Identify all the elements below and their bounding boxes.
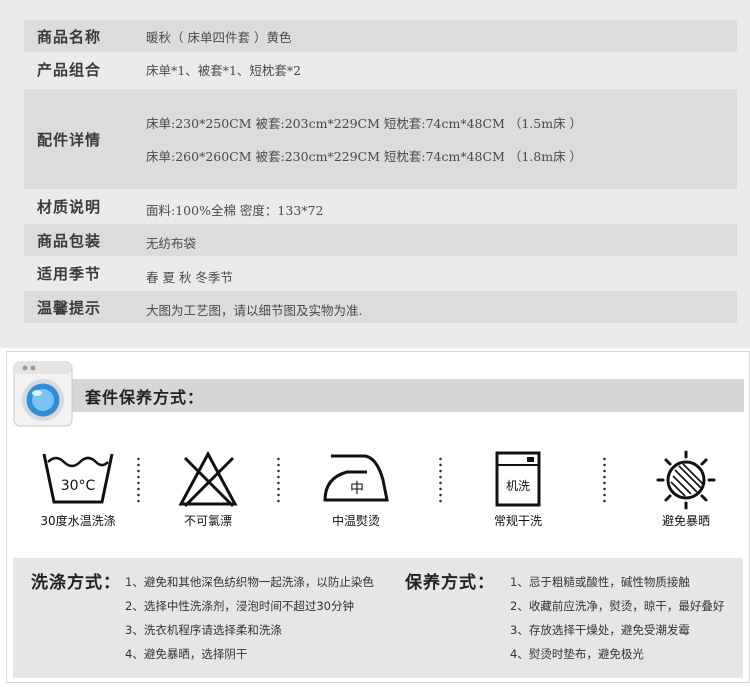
iron-temp-text: 中 [350,481,364,497]
wash-method-item: 1、避免和其他深色纺织物一起洗涤，以防止染色 [125,575,374,589]
spec-value: 无纺布袋 [146,235,197,251]
spec-value-secondary: 床单:260*260CM 被套:230cm*229CM 短枕套:74cm*48C… [146,149,583,164]
iron-medium-icon: 中 [323,454,389,502]
divider [603,456,606,504]
divider [137,456,140,504]
spec-row-name: 商品名称 暖秋（ 床单四件套 ）黄色 [24,20,737,52]
spec-label: 商品名称 [37,27,102,46]
spec-label: 材质说明 [37,197,102,216]
spec-table: 商品名称 暖秋（ 床单四件套 ）黄色 产品组合 床单*1、被套*1、短枕套*2 … [0,0,750,348]
spec-value: 床单*1、被套*1、短枕套*2 [146,62,302,78]
maintain-method-item: 2、收藏前应洗净，熨烫，晾干，最好叠好 [510,599,725,613]
spec-value: 床单:230*250CM 被套:203cm*229CM 短枕套:74cm*48C… [146,116,583,131]
care-symbol-iron: 中 中温熨烫 [301,450,411,532]
care-symbol-sun: 避免暴晒 [631,450,741,532]
spec-row-season: 适用季节 春 夏 秋 冬季节 [24,258,737,288]
symbol-caption: 30度水温洗涤 [40,514,116,528]
maintain-method-item: 3、存放选择干燥处，避免受潮发霉 [510,623,690,637]
care-symbol-bleach: 不可氯漂 [153,450,263,532]
wash-temp-text: 30°C [61,478,96,494]
symbol-caption: 避免暴晒 [661,514,710,528]
spec-label: 配件详情 [37,130,102,149]
divider [277,456,280,504]
no-bleach-icon [178,450,238,508]
spec-label: 商品包装 [37,231,102,250]
maintain-method-item: 1、忌于粗糙或酸性，碱性物质接触 [510,575,690,589]
care-methods: 洗涤方式： 1、避免和其他深色纺织物一起洗涤，以防止染色 2、选择中性洗涤剂，浸… [13,558,743,678]
spec-value: 大图为工艺图，请以细节图及实物为准. [146,302,363,318]
wash-method-item: 3、洗衣机程序请选择柔和洗涤 [125,623,282,637]
spec-label: 产品组合 [37,60,102,79]
symbol-caption: 不可氯漂 [183,514,232,528]
symbol-caption: 常规干洗 [493,514,542,528]
wash-30-icon: 30°C [42,453,114,504]
wash-method-item: 4、避免暴晒，选择阴干 [125,647,248,661]
spec-row-parts: 配件详情 床单:230*250CM 被套:203cm*229CM 短枕套:74c… [24,89,737,189]
washing-machine-icon [13,361,73,427]
spec-row-package: 商品包装 无纺布袋 [24,224,737,256]
care-panel: 套件保养方式： 30°C 30度水温洗涤 不可氯漂 中 中温熨烫 机洗 常规干洗… [6,351,750,683]
spec-row-material: 材质说明 面料:100%全棉 密度：133*72 [24,191,737,221]
spec-row-combo: 产品组合 床单*1、被套*1、短枕套*2 [24,52,737,86]
spec-value: 春 夏 秋 冬季节 [146,269,233,285]
symbol-caption: 中温熨烫 [331,514,380,528]
maintain-method-item: 4、熨烫时垫布，避免极光 [510,647,644,661]
wash-method-title: 洗涤方式： [31,573,121,593]
care-header: 套件保养方式： [71,379,744,412]
care-symbol-wash: 30°C 30度水温洗涤 [23,450,133,532]
care-symbol-machine: 机洗 常规干洗 [463,450,573,532]
spec-label: 温馨提示 [37,298,102,317]
maintain-method-title: 保养方式： [405,573,495,593]
divider [439,456,442,504]
avoid-sun-icon [656,450,716,510]
spec-value: 面料:100%全棉 密度：133*72 [146,202,324,218]
spec-label: 适用季节 [37,264,102,283]
spec-row-tip: 温馨提示 大图为工艺图，请以细节图及实物为准. [24,291,737,323]
wash-method-item: 2、选择中性洗涤剂，浸泡时间不超过30分钟 [125,599,354,613]
spec-value: 暖秋（ 床单四件套 ）黄色 [146,29,292,45]
machine-wash-text: 机洗 [506,479,530,493]
care-title: 套件保养方式： [85,387,205,407]
machine-wash-icon: 机洗 [495,451,541,507]
